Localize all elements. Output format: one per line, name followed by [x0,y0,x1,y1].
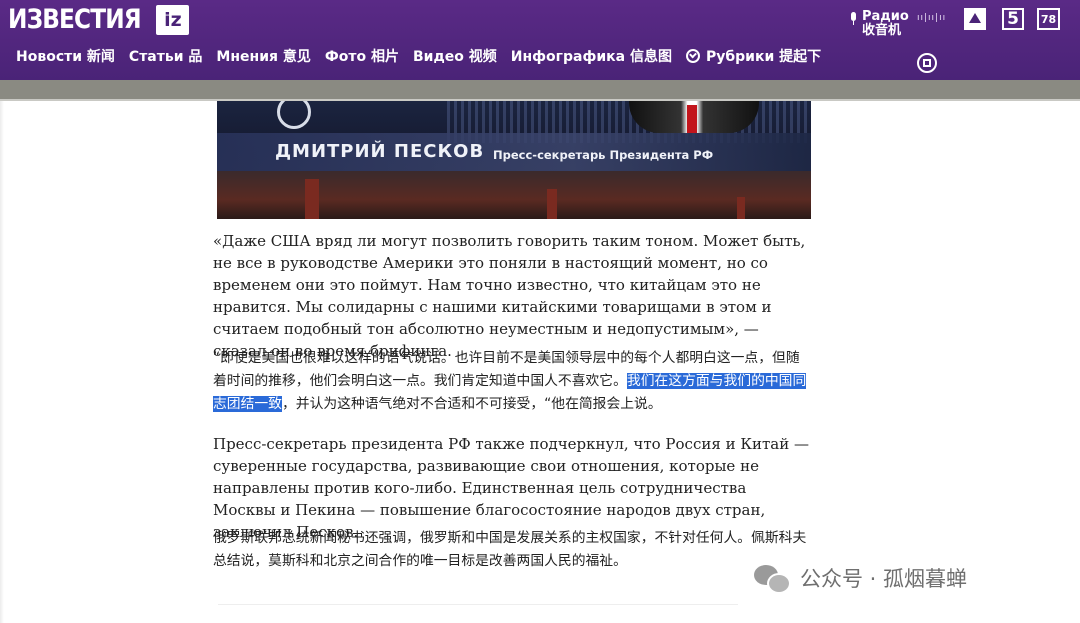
izvestia-logo[interactable]: ИЗВЕСТИЯ iz [8,4,190,35]
nav-item-articles[interactable]: Статьи 品 [129,46,203,66]
article-paragraph-zh: “即使是美国也很难以这样的语气说话。也许目前不是美国领导层中的每个人都明白这一点… [213,347,813,416]
header-divider [0,80,1080,99]
logo-badge: iz [156,4,190,35]
nav-item-rubrics[interactable]: Рубрики 提起下 [685,46,822,66]
nav-item-photo[interactable]: Фото 相片 [325,46,399,66]
kremlin-skyline [217,171,811,219]
check-circle-icon [685,49,700,63]
speaker-role: Пресс-секретарь Президента РФ [493,148,714,162]
phone-icon [277,101,311,129]
watermark: 公众号 · 孤烟暮蝉 [754,563,968,594]
nav-item-opinions[interactable]: Мнения 意见 [216,46,310,66]
radio-label: Радио 收音机 [862,9,909,38]
channel-5-icon[interactable]: 5 [1002,8,1024,30]
site-header: ИЗВЕСТИЯ iz Новости 新闻 Статьи 品 Мнения 意… [0,0,1080,80]
article-paragraph-zh: 俄罗斯联邦总统新闻秘书还强调，俄罗斯和中国是发展关系的主权国家，不针对任何人。佩… [213,530,807,569]
nav-item-video[interactable]: Видео 视频 [413,46,497,66]
article-paragraph-ru: «Даже США вряд ли могут позволить говори… [213,232,806,360]
kremlin-tower [547,189,557,219]
nav-item-rubrics-label: Рубрики 提起下 [705,49,822,65]
logo-text: ИЗВЕСТИЯ [8,4,142,35]
speaker-name: ДМИТРИЙ ПЕСКОВ [275,141,485,162]
video-frame[interactable]: ДМИТРИЙ ПЕСКОВ Пресс-секретарь Президент… [217,101,811,219]
speaker-tie [687,105,697,133]
channel-logo-icon[interactable] [917,53,937,73]
kremlin-tower [737,197,745,219]
main-nav: Новости 新闻 Статьи 品 Мнения 意见 Фото 相片 Ви… [16,46,821,66]
nav-item-infographics[interactable]: Инфографика 信息图 [511,46,672,66]
kremlin-tower [305,179,319,219]
page-edge [0,101,4,623]
ren-tv-icon[interactable] [964,8,986,30]
channel-78-icon[interactable]: 78 [1037,8,1060,30]
equalizer-icon[interactable]: ıı|ıı|ıı [917,13,946,23]
zh-text: ，并认为这种语气绝对不合适和不可接受，“他在简报会上说。 [281,396,662,412]
wechat-icon [754,563,791,594]
microphone-icon [849,12,858,25]
watermark-text: 公众号 · 孤烟暮蝉 [800,567,968,591]
nav-item-news[interactable]: Новости 新闻 [16,46,115,66]
content-divider [218,604,738,605]
radio-link[interactable]: Радио 收音机 [849,10,910,38]
